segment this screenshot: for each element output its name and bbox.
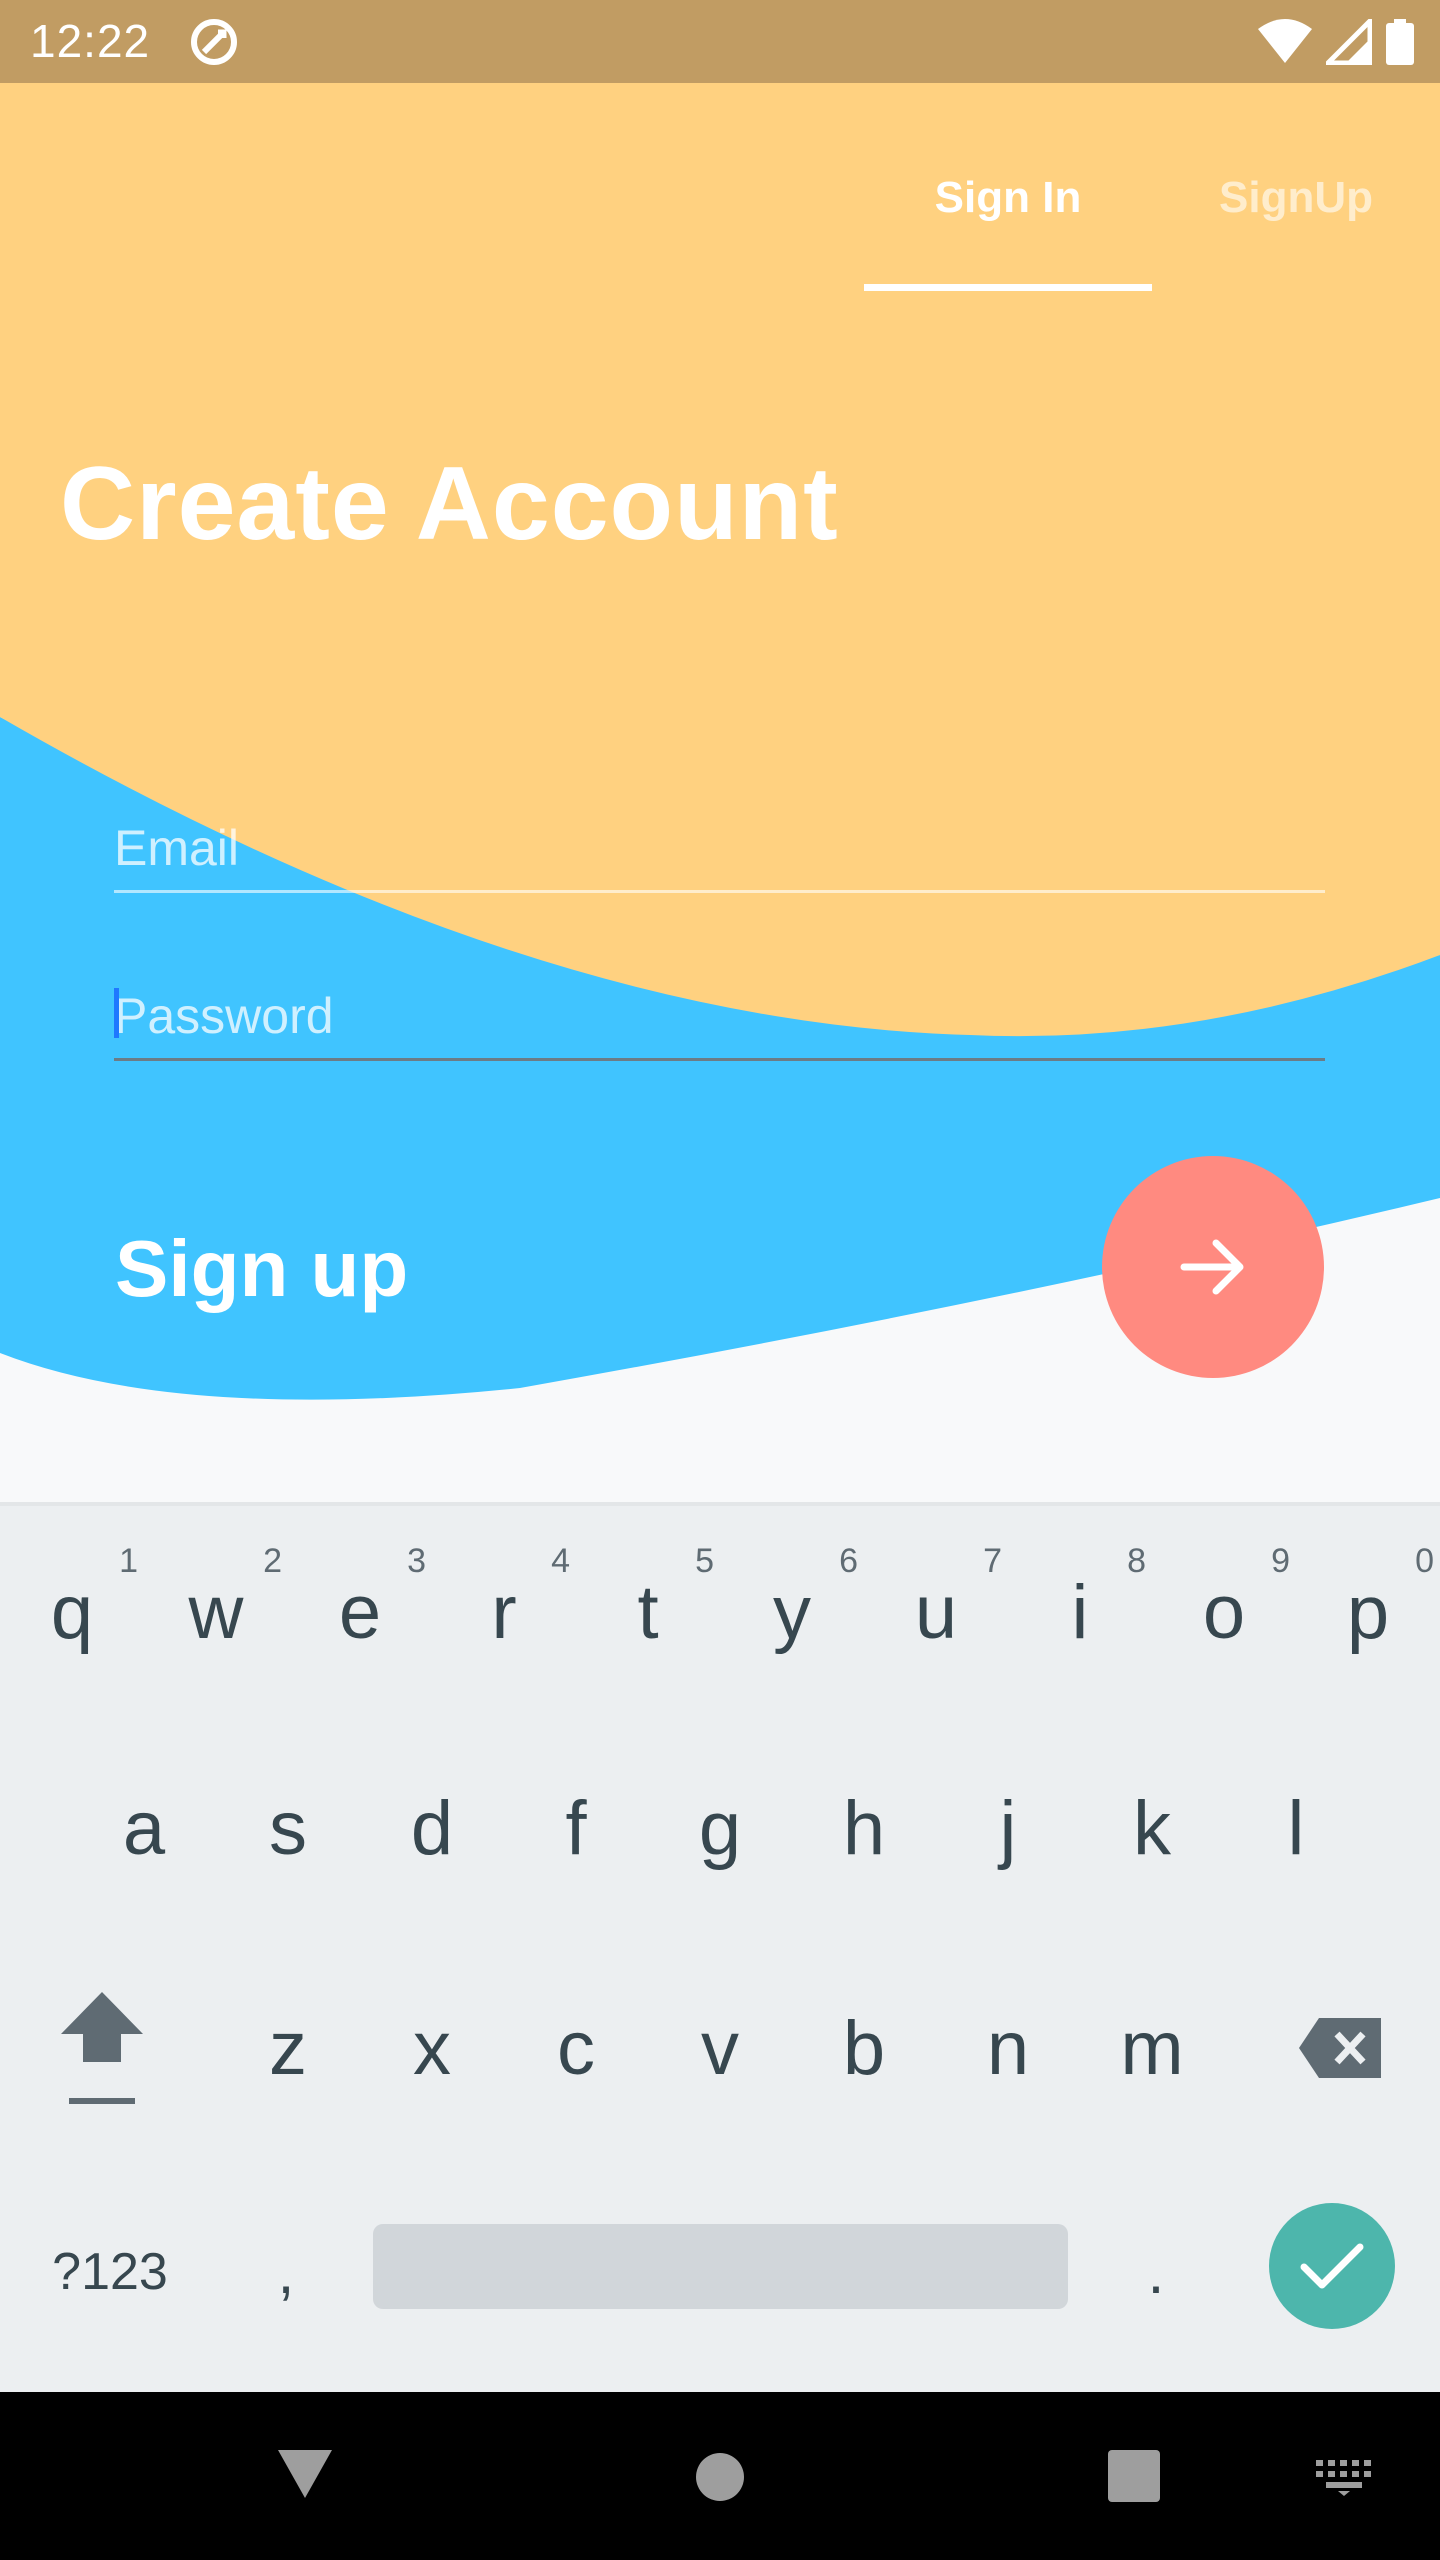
soft-keyboard: 1q 2w 3e 4r 5t 6y 7u 8i 9o 0p a s d f g … <box>0 1502 1440 2392</box>
key-q[interactable]: 1q <box>0 1522 144 1702</box>
keyboard-switch-icon[interactable] <box>1316 2460 1372 2496</box>
key-o[interactable]: 9o <box>1152 1522 1296 1702</box>
key-f[interactable]: f <box>504 1738 648 1918</box>
key-e[interactable]: 3e <box>288 1522 432 1702</box>
key-h[interactable]: h <box>792 1738 936 1918</box>
backspace-icon <box>1299 2018 1381 2078</box>
key-x[interactable]: x <box>360 1958 504 2138</box>
recents-icon[interactable] <box>1108 2450 1160 2502</box>
key-u[interactable]: 7u <box>864 1522 1008 1702</box>
email-field[interactable] <box>114 783 1325 890</box>
key-t[interactable]: 5t <box>576 1522 720 1702</box>
page-title: Create Account <box>60 446 839 562</box>
key-b[interactable]: b <box>792 1958 936 2138</box>
key-p[interactable]: 0p <box>1296 1522 1440 1702</box>
wifi-icon <box>1258 19 1312 63</box>
tab-sign-in[interactable]: Sign In <box>864 173 1152 245</box>
status-icons <box>1258 16 1414 68</box>
signal-icon <box>1326 19 1372 65</box>
key-i[interactable]: 8i <box>1008 1522 1152 1702</box>
key-y[interactable]: 6y <box>720 1522 864 1702</box>
key-g[interactable]: g <box>648 1738 792 1918</box>
key-l[interactable]: l <box>1224 1738 1368 1918</box>
shift-key[interactable] <box>28 1958 176 2138</box>
keyboard-divider <box>0 1502 1440 1506</box>
key-n[interactable]: n <box>936 1958 1080 2138</box>
home-icon[interactable] <box>695 2452 745 2502</box>
arrow-right-icon <box>1180 1239 1244 1295</box>
back-icon[interactable] <box>276 2448 334 2500</box>
key-m[interactable]: m <box>1080 1958 1224 2138</box>
key-w[interactable]: 2w <box>144 1522 288 1702</box>
text-cursor <box>114 988 119 1038</box>
email-field-container <box>114 783 1325 893</box>
key-r[interactable]: 4r <box>432 1522 576 1702</box>
check-icon <box>1300 2243 1364 2289</box>
symbols-key[interactable]: ?123 <box>20 2224 200 2320</box>
tab-indicator <box>864 284 1152 291</box>
key-z[interactable]: z <box>216 1958 360 2138</box>
quick-action-icon <box>191 19 237 65</box>
key-d[interactable]: d <box>360 1738 504 1918</box>
key-k[interactable]: k <box>1080 1738 1224 1918</box>
tab-sign-up[interactable]: SignUp <box>1152 173 1440 245</box>
key-s[interactable]: s <box>216 1738 360 1918</box>
key-j[interactable]: j <box>936 1738 1080 1918</box>
key-v[interactable]: v <box>648 1958 792 2138</box>
signup-screen: Sign In SignUp Create Account Sign up <box>0 83 1440 1502</box>
comma-key[interactable]: , <box>240 2224 332 2320</box>
shift-icon <box>61 1992 143 2104</box>
backspace-key[interactable] <box>1266 1958 1414 2138</box>
status-bar: 12:22 <box>0 0 1440 83</box>
navigation-bar <box>0 2392 1440 2560</box>
status-time: 12:22 <box>30 15 151 67</box>
sign-up-label: Sign up <box>115 1224 409 1313</box>
battery-icon <box>1386 19 1414 65</box>
password-field[interactable] <box>114 951 1325 1058</box>
done-key[interactable] <box>1269 2203 1395 2329</box>
key-c[interactable]: c <box>504 1958 648 2138</box>
password-field-container <box>114 951 1325 1061</box>
period-key[interactable]: . <box>1110 2224 1202 2320</box>
space-key[interactable] <box>373 2224 1068 2309</box>
submit-button[interactable] <box>1102 1156 1324 1378</box>
key-a[interactable]: a <box>72 1738 216 1918</box>
